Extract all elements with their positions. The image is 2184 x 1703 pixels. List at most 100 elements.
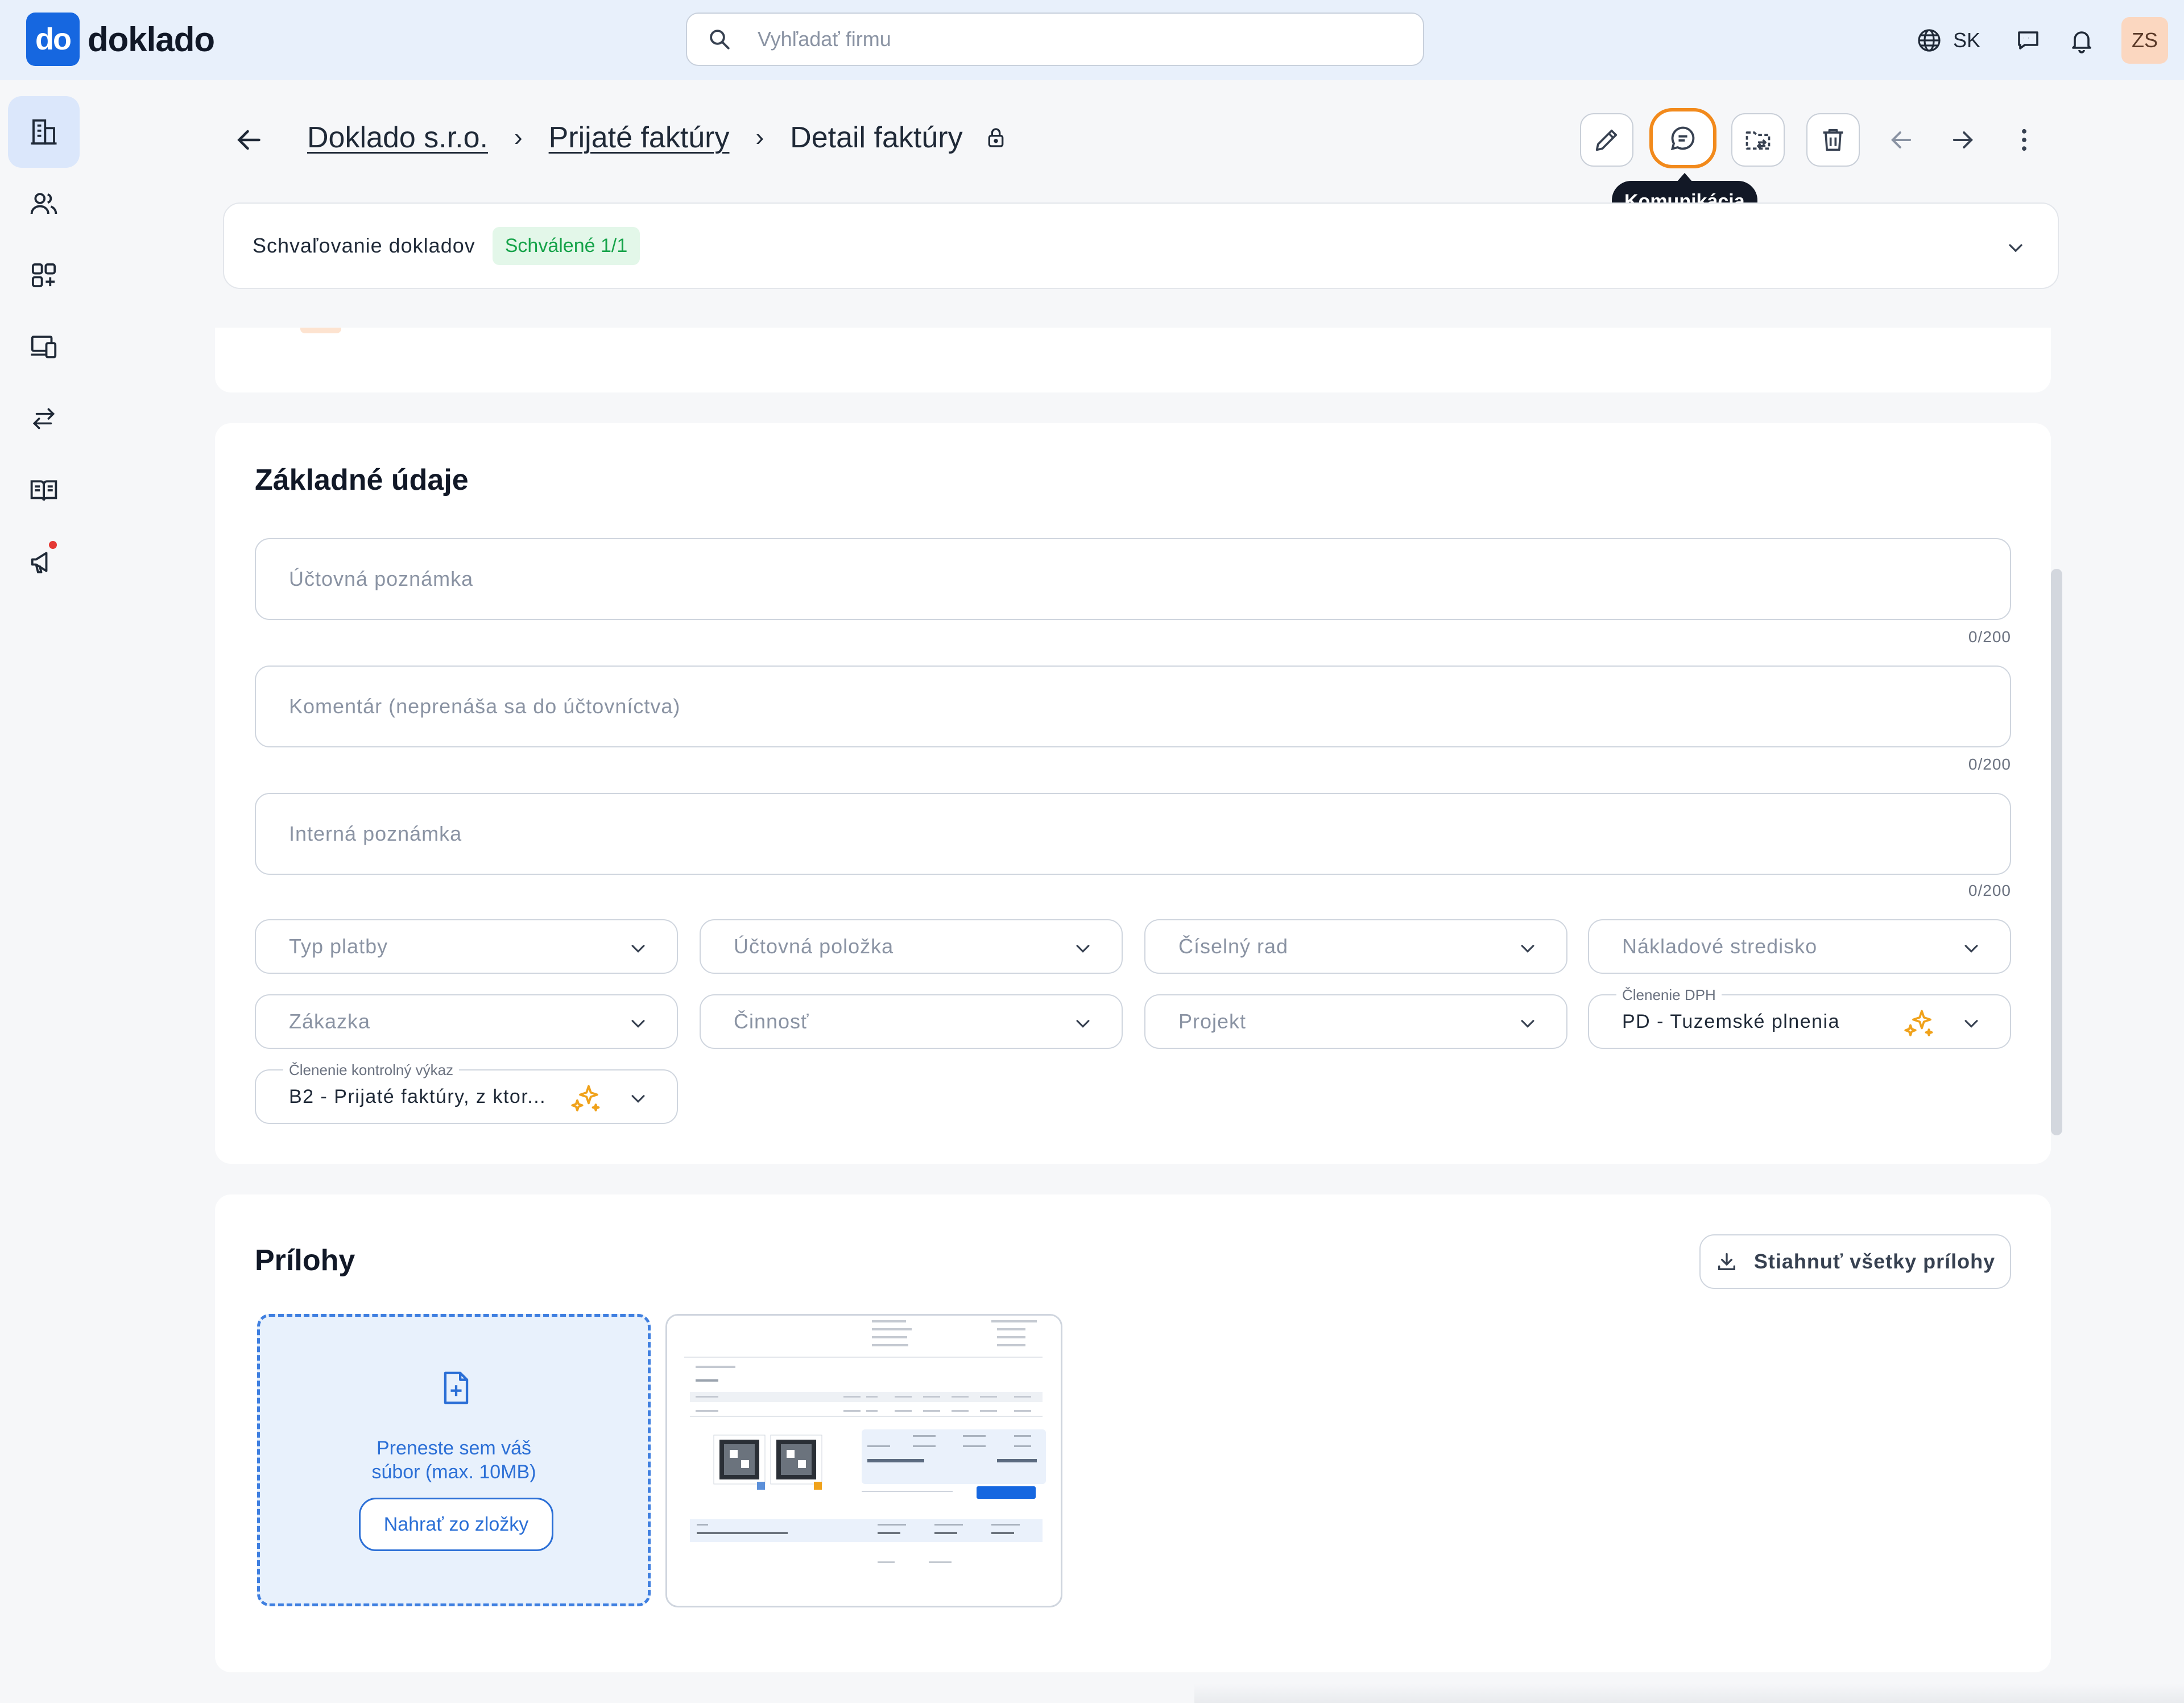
field-placeholder: Účtovná poznámka <box>289 567 474 590</box>
logo[interactable]: do doklado <box>26 13 215 66</box>
internal-note-field[interactable]: Interná poznámka <box>255 793 2011 875</box>
sidebar <box>0 80 85 1703</box>
invoice-preview-image <box>667 1316 1061 1606</box>
vat-breakdown-select[interactable]: Členenie DPH PD - Tuzemské plnenia <box>1588 986 2011 1049</box>
delete-button[interactable] <box>1806 113 1860 167</box>
decorative-tag <box>300 328 341 333</box>
breadcrumb-current: Detail faktúry <box>790 121 963 154</box>
control-statement-select[interactable]: Členenie kontrolný výkaz B2 - Prijaté fa… <box>255 1061 678 1124</box>
char-counter: 0/200 <box>1968 882 2011 899</box>
language-switcher[interactable]: SK <box>1916 27 1980 54</box>
logo-text: doklado <box>88 20 215 59</box>
download-all-label: Stiahnuť všetky prílohy <box>1753 1250 1996 1273</box>
arrow-left-icon <box>1891 131 1912 148</box>
cost-center-select[interactable]: Nákladové stredisko <box>1588 919 2011 974</box>
users-icon <box>30 193 57 214</box>
chevron-down-icon <box>1521 1020 1534 1028</box>
search-icon <box>710 30 730 49</box>
basic-data-card: Základné údaje Účtovná poznámka 0/200 Ko… <box>215 423 2051 1164</box>
chevron-down-icon <box>1964 1020 1978 1028</box>
breadcrumb: Doklado s.r.o. › Prijaté faktúry › Detai… <box>307 121 1007 155</box>
arrow-left-icon <box>237 130 260 150</box>
search-input[interactable] <box>756 27 1384 52</box>
sidebar-item-book[interactable] <box>8 454 80 526</box>
move-to-folder-button[interactable] <box>1731 113 1785 167</box>
sidebar-item-company[interactable] <box>8 96 80 168</box>
previous-button[interactable] <box>1881 125 1921 155</box>
breadcrumb-received-invoices[interactable]: Prijaté faktúry <box>549 121 730 155</box>
sidebar-item-announcements[interactable] <box>8 526 80 598</box>
activity-select[interactable]: Činnosť <box>700 994 1123 1049</box>
scrollbar[interactable] <box>2051 569 2062 1135</box>
select-placeholder: Nákladové stredisko <box>1622 935 1818 958</box>
chevron-down-icon <box>631 1095 645 1103</box>
chevron-down-icon <box>1521 945 1534 953</box>
chevron-down-icon[interactable] <box>2004 237 2027 259</box>
select-value: PD - Tuzemské plnenia <box>1622 1010 1840 1032</box>
notifications-button[interactable] <box>2068 27 2095 54</box>
sidebar-item-devices[interactable] <box>8 311 80 383</box>
char-counter: 0/200 <box>1968 628 2011 646</box>
chevron-down-icon <box>1964 945 1978 953</box>
communication-button[interactable] <box>1649 108 1716 168</box>
sidebar-item-users[interactable] <box>8 168 80 239</box>
project-select[interactable]: Projekt <box>1144 994 1567 1049</box>
notification-dot <box>49 541 57 549</box>
select-placeholder: Typ platby <box>289 935 388 958</box>
next-button[interactable] <box>1943 125 1983 155</box>
book-icon <box>30 480 57 501</box>
apps-icon <box>31 263 56 288</box>
chevron-down-icon <box>631 945 645 953</box>
chevron-right-icon: › <box>755 123 764 151</box>
chevron-down-icon <box>1076 945 1090 953</box>
invoice-thumbnail[interactable] <box>665 1314 1062 1607</box>
arrow-right-icon <box>1953 131 1973 148</box>
bell-icon <box>2072 31 2091 53</box>
select-value: B2 - Prijaté faktúry, z ktor... <box>289 1085 547 1107</box>
field-placeholder: Komentár (neprenáša sa do účtovníctva) <box>289 695 681 718</box>
approval-label: Schvaľovanie dokladov <box>253 234 475 257</box>
number-series-select[interactable]: Číselný rad <box>1144 919 1567 974</box>
chat-icon <box>2018 31 2038 49</box>
toolbar <box>1580 108 2066 168</box>
select-placeholder: Projekt <box>1178 1010 1247 1033</box>
breadcrumb-company[interactable]: Doklado s.r.o. <box>307 121 488 155</box>
select-placeholder: Zákazka <box>289 1010 371 1033</box>
payment-type-select[interactable]: Typ platby <box>255 919 678 974</box>
char-counter: 0/200 <box>1968 755 2011 773</box>
search-box[interactable] <box>686 13 1424 66</box>
pencil-icon <box>1595 129 1618 151</box>
company-icon <box>31 119 57 145</box>
download-all-button[interactable]: Stiahnuť všetky prílohy <box>1699 1234 2011 1289</box>
back-button[interactable] <box>232 123 266 160</box>
order-select[interactable]: Zákazka <box>255 994 678 1049</box>
select-label: Členenie kontrolný výkaz <box>283 1061 460 1079</box>
previous-section-card <box>215 328 2051 392</box>
comment-icon <box>1670 126 1695 151</box>
accounting-item-select[interactable]: Účtovná položka <box>700 919 1123 974</box>
section-title: Prílohy <box>255 1244 355 1277</box>
chevron-down-icon <box>1076 1020 1090 1028</box>
trash-icon <box>1823 129 1843 151</box>
chat-button[interactable] <box>2015 27 2042 54</box>
topbar-right: SK ZS <box>1916 17 2168 64</box>
more-button[interactable] <box>2004 125 2044 155</box>
upload-from-folder-button[interactable]: Nahrať zo zložky <box>359 1498 553 1551</box>
dropzone-line-2: súbor (max. 10MB) <box>371 1461 536 1483</box>
transfer-icon <box>32 408 55 429</box>
folder-move-icon <box>1745 131 1771 150</box>
lock-icon <box>985 126 1007 149</box>
file-add-icon <box>444 1371 469 1404</box>
user-avatar[interactable]: ZS <box>2121 17 2168 64</box>
section-title: Základné údaje <box>255 464 469 497</box>
edit-button[interactable] <box>1580 113 1633 167</box>
comment-field[interactable]: Komentár (neprenáša sa do účtovníctva) <box>255 666 2011 747</box>
approval-bar[interactable]: Schvaľovanie dokladov Schválené 1/1 <box>223 202 2059 289</box>
accounting-note-field[interactable]: Účtovná poznámka <box>255 538 2011 620</box>
ai-sparkle-icon <box>571 1085 600 1111</box>
sidebar-item-apps[interactable] <box>8 239 80 311</box>
file-dropzone[interactable]: Preneste sem váš súbor (max. 10MB) Nahra… <box>257 1314 651 1606</box>
sidebar-item-transfers[interactable] <box>8 383 80 454</box>
ai-sparkle-icon <box>1904 1010 1933 1036</box>
select-placeholder: Účtovná položka <box>734 935 894 958</box>
